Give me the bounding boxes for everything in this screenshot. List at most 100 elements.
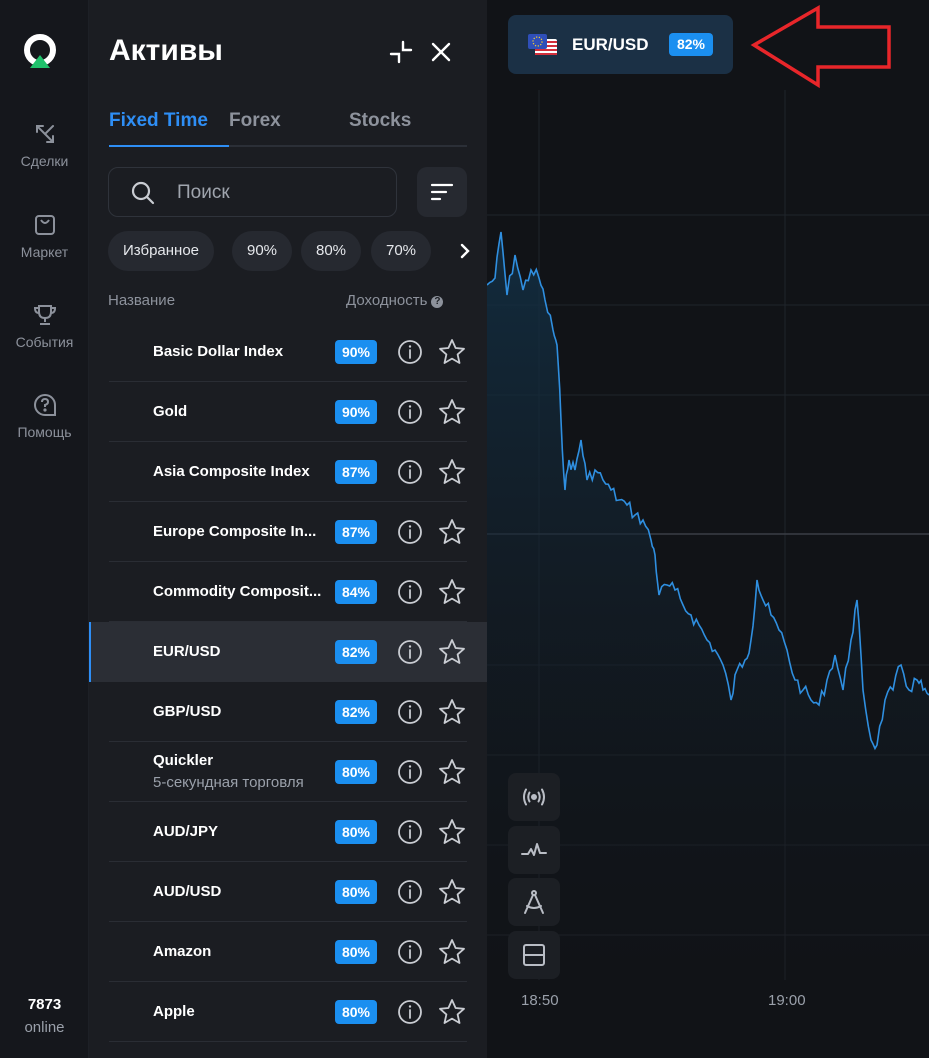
tab-fixed-time[interactable]: Fixed Time — [109, 110, 208, 132]
tab-stocks[interactable]: Stocks — [349, 110, 411, 132]
info-icon[interactable] — [397, 759, 423, 785]
asset-row[interactable]: Asia Composite Index 87% — [89, 442, 487, 502]
asset-name: Apple — [153, 1003, 195, 1020]
nav-item-trades[interactable]: Сделки — [0, 121, 89, 169]
time-axis-label-1900: 19:00 — [768, 992, 806, 1009]
layout-button[interactable] — [508, 931, 560, 979]
nav-label-events: События — [15, 334, 74, 350]
asset-name: Amazon — [153, 943, 212, 960]
chip-70[interactable]: 70% — [371, 231, 432, 271]
nav-rail: Сделки Маркет События Помощь 7873 online — [0, 0, 89, 1058]
column-header-yield[interactable]: Доходность? — [346, 292, 444, 309]
trades-arrows-icon — [35, 125, 54, 143]
close-icon[interactable] — [427, 38, 455, 66]
time-axis-label-1850: 18:50 — [521, 992, 559, 1009]
asset-tabs: Fixed Time Forex Stocks — [109, 110, 467, 147]
favorite-star-icon[interactable] — [438, 578, 466, 606]
nav-item-help[interactable]: Помощь — [0, 392, 89, 440]
yield-help-icon[interactable]: ? — [431, 296, 444, 308]
broadcast-icon — [523, 788, 545, 806]
app-logo-icon[interactable] — [22, 34, 58, 70]
online-label: online — [24, 1019, 65, 1036]
nav-label-market: Маркет — [20, 244, 69, 260]
asset-name: Europe Composite In... — [153, 523, 317, 540]
asset-name: AUD/JPY — [153, 823, 219, 840]
panel-title: Активы — [109, 34, 223, 67]
asset-name: GBP/USD — [153, 703, 222, 720]
asset-row[interactable]: Apple 80% — [89, 982, 487, 1042]
row-divider — [109, 1041, 467, 1042]
online-counter: 7873 online — [0, 996, 89, 1036]
info-icon[interactable] — [397, 639, 423, 665]
nav-label-help: Помощь — [17, 424, 72, 440]
payout-badge: 87% — [335, 460, 377, 484]
favorite-star-icon[interactable] — [438, 818, 466, 846]
asset-row[interactable]: GBP/USD 82% — [89, 682, 487, 742]
payout-badge: 80% — [335, 880, 377, 904]
search-input[interactable] — [177, 178, 377, 208]
chip-90[interactable]: 90% — [232, 231, 293, 271]
selected-asset-payout: 82% — [669, 33, 713, 56]
selected-asset-button[interactable]: EUR/USD 82% — [508, 15, 733, 74]
sort-button[interactable] — [417, 167, 467, 217]
favorite-star-icon[interactable] — [438, 518, 466, 546]
favorite-star-icon[interactable] — [438, 638, 466, 666]
nav-item-market[interactable]: Маркет — [0, 212, 89, 260]
drawing-tools-button[interactable] — [508, 878, 560, 926]
payout-badge: 80% — [335, 1000, 377, 1024]
nav-label-trades: Сделки — [20, 153, 69, 169]
nav-item-events[interactable]: События — [0, 302, 89, 350]
asset-row[interactable]: Amazon 80% — [89, 922, 487, 982]
asset-subtitle: 5-секундная торговля — [153, 774, 304, 791]
search-icon — [131, 181, 155, 205]
asset-name: EUR/USD — [153, 643, 221, 660]
asset-name: Quickler — [153, 752, 214, 769]
selected-row-indicator — [89, 622, 91, 682]
asset-row[interactable]: Quickler 5-секундная торговля 80% — [89, 742, 487, 802]
favorite-star-icon[interactable] — [438, 878, 466, 906]
payout-badge: 80% — [335, 760, 377, 784]
asset-name: Basic Dollar Index — [153, 343, 284, 360]
favorite-star-icon[interactable] — [438, 458, 466, 486]
favorite-star-icon[interactable] — [438, 998, 466, 1026]
chip-80[interactable]: 80% — [301, 231, 362, 271]
signals-button[interactable] — [508, 773, 560, 821]
asset-row[interactable]: AUD/USD 80% — [89, 862, 487, 922]
info-icon[interactable] — [397, 879, 423, 905]
asset-row[interactable]: EUR/USD 82% — [89, 622, 487, 682]
info-icon[interactable] — [397, 339, 423, 365]
info-icon[interactable] — [397, 819, 423, 845]
favorite-star-icon[interactable] — [438, 938, 466, 966]
payout-badge: 80% — [335, 820, 377, 844]
asset-row[interactable]: Gold 90% — [89, 382, 487, 442]
tab-forex[interactable]: Forex — [229, 110, 281, 132]
chart-type-button[interactable] — [508, 826, 560, 874]
info-icon[interactable] — [397, 699, 423, 725]
asset-row[interactable]: AUD/JPY 80% — [89, 802, 487, 862]
info-icon[interactable] — [397, 939, 423, 965]
favorite-star-icon[interactable] — [438, 758, 466, 786]
payout-badge: 80% — [335, 940, 377, 964]
favorite-star-icon[interactable] — [438, 398, 466, 426]
asset-row[interactable]: Europe Composite In... 87% — [89, 502, 487, 562]
help-circle-icon — [33, 394, 56, 416]
shopping-bag-icon — [34, 215, 55, 235]
favorite-star-icon[interactable] — [438, 698, 466, 726]
favorite-star-icon[interactable] — [438, 338, 466, 366]
asset-row[interactable]: Basic Dollar Index 90% — [89, 322, 487, 382]
split-layout-icon — [523, 944, 545, 966]
compass-drawing-icon — [524, 890, 544, 914]
online-count: 7873 — [27, 996, 62, 1013]
info-icon[interactable] — [397, 459, 423, 485]
info-icon[interactable] — [397, 519, 423, 545]
info-icon[interactable] — [397, 399, 423, 425]
active-tab-indicator — [109, 145, 229, 147]
payout-badge: 84% — [335, 580, 377, 604]
info-icon[interactable] — [397, 999, 423, 1025]
column-header-name: Название — [108, 292, 176, 309]
asset-row[interactable]: Commodity Composit... 84% — [89, 562, 487, 622]
chevron-right-icon[interactable] — [458, 241, 472, 261]
collapse-icon[interactable] — [387, 38, 415, 66]
chip-favorites[interactable]: Избранное — [108, 231, 215, 271]
info-icon[interactable] — [397, 579, 423, 605]
